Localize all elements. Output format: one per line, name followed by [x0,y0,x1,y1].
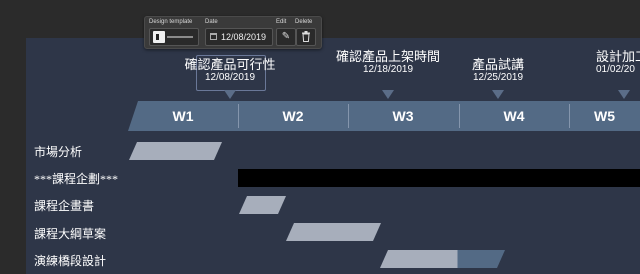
task-label[interactable]: 課程企畫書 [34,199,94,213]
task-label[interactable]: 演練橋段設計 [34,254,106,268]
delete-label: Delete [295,19,313,25]
milestone-date: 01/02/20 [596,64,635,75]
task-bar[interactable] [286,223,381,241]
week-label: W3 [392,108,414,124]
edit-button[interactable]: ✎ [276,28,296,46]
task-label[interactable]: 課程大綱草案 [34,227,106,241]
week-label: W5 [594,108,615,124]
trash-icon [302,31,310,42]
date-field[interactable]: 12/08/2019 [205,28,273,46]
week-label: W1 [172,108,194,124]
design-template-label: Design template [149,19,193,25]
date-field-value: 12/08/2019 [221,32,267,42]
milestone-title: 確認產品上架時間 [335,49,440,64]
task-bar[interactable] [380,250,505,268]
milestone-title: 產品試講 [471,57,524,72]
milestone-label[interactable]: 產品試講 12/25/2019 [438,57,558,84]
week-label: W4 [503,108,525,124]
task-bar[interactable] [129,142,222,160]
task-label[interactable]: ***課程企劃*** [34,172,118,186]
line-style-icon [167,36,193,38]
task-bar[interactable] [239,196,286,214]
week-label: W2 [282,108,304,124]
milestone-toolbar: Design template Date Edit Delete 12/08/2… [144,16,322,49]
milestone-label[interactable]: 確認產品上架時間 12/18/2019 [328,49,448,76]
pencil-icon: ✎ [281,31,291,42]
milestone-date: 12/18/2019 [362,64,414,75]
date-label: Date [205,19,218,25]
calendar-icon [210,33,217,40]
milestone-title: 設計加工 [596,49,640,64]
milestone-title: 確認產品可行性 [184,57,276,72]
milestone-date: 12/08/2019 [204,72,256,83]
milestone-marker[interactable] [382,90,394,99]
milestone-label[interactable]: 設計加工 01/02/20 [596,49,640,76]
milestone-marker[interactable] [224,90,236,99]
milestone-label[interactable]: 確認產品可行性 12/08/2019 [170,57,290,84]
summary-task-bar[interactable] [238,169,640,187]
edit-label: Edit [276,19,287,25]
milestone-marker[interactable] [492,90,504,99]
shape-swatch-icon [153,31,165,43]
milestone-date: 12/25/2019 [472,72,524,83]
delete-button[interactable] [296,28,316,46]
task-label[interactable]: 市場分析 [34,145,82,159]
design-template-picker[interactable] [149,28,199,46]
milestone-marker[interactable] [618,90,630,99]
